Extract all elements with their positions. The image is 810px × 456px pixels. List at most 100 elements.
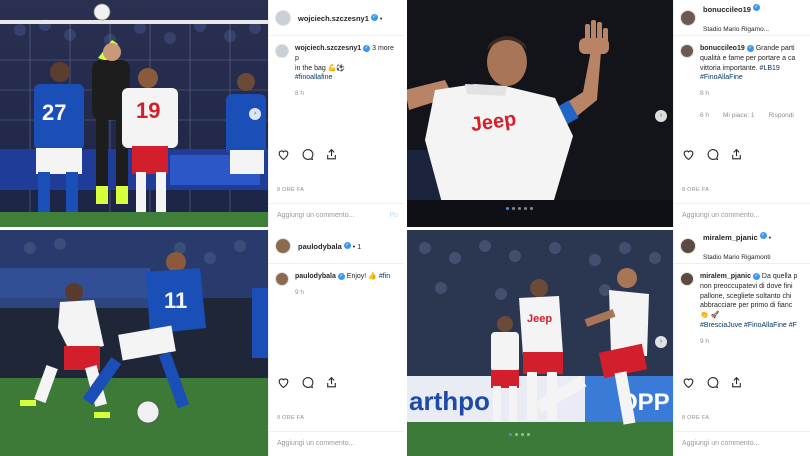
post-date: 9 ORE FA [277, 415, 305, 421]
instagram-post-szczesny: 19 27 › wojciech.szczesny1 ✓ • wojciech.… [0, 0, 405, 228]
comment-icon[interactable] [301, 148, 315, 162]
caption-avatar[interactable] [680, 272, 694, 286]
username-link[interactable]: paulodybala [298, 242, 342, 251]
user-avatar[interactable] [680, 9, 696, 26]
user-avatar[interactable] [275, 237, 291, 254]
follow-count: 1 [357, 244, 362, 252]
caption-username[interactable]: bonuccileo19 [700, 45, 745, 52]
heart-icon[interactable] [277, 148, 291, 162]
post-date: 8 ORE FA [682, 187, 710, 193]
user-avatar[interactable] [275, 9, 291, 26]
username-link[interactable]: wojciech.szczesny1 [298, 14, 369, 23]
add-comment-input[interactable]: Aggiungi un commento... Pu [269, 203, 405, 228]
location-link[interactable]: Stadio Mario Rigamonti [703, 254, 771, 261]
publish-button[interactable]: Pu [389, 212, 398, 219]
share-icon[interactable] [325, 148, 339, 162]
post-header: bonucci​leo19 ✓ Stadio Mario Rigamo... [674, 0, 810, 36]
carousel-indicator [506, 207, 533, 210]
ad-board-text: arthpo [409, 386, 490, 416]
post-side-panel: bonucci​leo19 ✓ Stadio Mario Rigamo... bo… [673, 0, 810, 228]
add-comment-input[interactable]: Aggiungi un commento... [674, 203, 810, 228]
comment-icon[interactable] [706, 148, 720, 162]
username-link[interactable]: miralem_pjanic [703, 233, 758, 242]
hashtag-link[interactable]: #fin [379, 273, 390, 280]
verified-icon: ✓ [746, 44, 754, 52]
post-actions [674, 376, 810, 390]
follow-separator: • [768, 235, 772, 243]
heart-icon[interactable] [682, 376, 696, 390]
add-comment-input[interactable]: Aggiungi un commento... [269, 431, 405, 456]
caption-text-line3: vittoria importante. [700, 64, 758, 72]
comment-icon[interactable] [301, 376, 315, 390]
caption-username[interactable]: wojciech.szczesny1 [295, 45, 361, 52]
verified-icon: ✓ [343, 241, 351, 249]
add-comment-placeholder: Aggiungi un commento... [277, 212, 355, 219]
post-header: miralem_pjanic ✓ • Stadio Mario Rigamonti [674, 228, 810, 264]
caption-text-line2: qualità e fame per portare a ca [700, 54, 796, 62]
comment-likes[interactable]: Mi piace: 1 [723, 112, 754, 119]
next-photo-chevron-right-icon[interactable]: › [249, 108, 261, 120]
comment-meta-row: 6 h Mi piace: 1 Rispondi [674, 98, 810, 119]
caption-text: Enjoy! 👍 [346, 273, 377, 280]
post-actions [674, 148, 810, 162]
post-photo-bonucci-celebration[interactable]: Jeep › [405, 0, 673, 228]
caption-time: 9 h [295, 288, 305, 296]
location-link[interactable]: Stadio Mario Rigamo... [703, 26, 769, 33]
caption-text: Da quella p [761, 273, 798, 280]
hashtag-link[interactable]: #finoallafine [295, 74, 332, 81]
next-photo-chevron-right-icon[interactable]: › [655, 336, 667, 348]
caption-time: 8 h [295, 90, 305, 98]
add-comment-placeholder: Aggiungi un commento... [277, 440, 355, 447]
jersey-number-27: 27 [42, 100, 66, 125]
username-link[interactable]: bonucci​leo19 [703, 5, 751, 14]
reply-button[interactable]: Rispondi [768, 112, 793, 119]
caption-text-line3: pallone, scegliete soltanto chi [700, 292, 792, 300]
caption-time: 9 h [700, 337, 710, 345]
follow-separator: • [379, 16, 383, 24]
caption-avatar[interactable] [275, 272, 289, 286]
collage-divider-horizontal [0, 227, 810, 230]
comment-icon[interactable] [706, 376, 720, 390]
post-actions [269, 148, 405, 162]
jersey-number-19: 19 [136, 98, 160, 123]
heart-icon[interactable] [277, 376, 291, 390]
caption-avatar[interactable] [275, 44, 289, 58]
caption-comment: paulodybala ✓ Enjoy! 👍 #fin 9 h [269, 264, 405, 297]
hashtag-link-lb19[interactable]: #LB19 [760, 65, 780, 72]
verified-icon: ✓ [752, 272, 760, 280]
caption-username[interactable]: paulodybala [295, 273, 336, 280]
caption-time: 8 h [700, 90, 710, 98]
verified-icon: ✓ [337, 272, 345, 280]
jersey-number-11: 11 [164, 288, 187, 313]
post-side-panel: miralem_pjanic ✓ • Stadio Mario Rigamonti … [673, 228, 810, 456]
add-comment-input[interactable]: Aggiungi un commento... [674, 431, 810, 456]
instagram-post-bonucci: Jeep › bonucci​leo19 ✓ Stadio Mario Rigam… [405, 0, 810, 228]
carousel-indicator [509, 433, 530, 436]
caption-comment: bonuccileo19 ✓ Grande parti qualità e fam… [674, 36, 810, 98]
post-photo-goalkeeper-save[interactable]: 19 27 › [0, 0, 268, 228]
post-photo-dybala-dribble[interactable]: 11 [0, 228, 268, 456]
user-avatar[interactable] [680, 237, 696, 254]
post-date: 8 ORE FA [277, 187, 305, 193]
instagram-post-pjanic: arthpo OPP Jeep › miralem_pjanic ✓ • Sta… [405, 228, 810, 456]
follow-separator: • [352, 244, 356, 252]
jersey-sponsor-text: Jeep [527, 313, 552, 325]
share-icon[interactable] [325, 376, 339, 390]
hashtag-link[interactable]: #BresciaJuve #FinoAllaFine #F [700, 322, 797, 329]
caption-text-line2: in the bag 💪⚽ [295, 64, 346, 72]
caption-avatar[interactable] [680, 44, 694, 58]
post-photo-pjanic-kick[interactable]: arthpo OPP Jeep › [405, 228, 673, 456]
verified-icon: ✓ [752, 4, 760, 12]
heart-icon[interactable] [682, 148, 696, 162]
caption-text-line2: non preoccupatevi di dove fini [700, 282, 793, 290]
hashtag-link[interactable]: #FinoAllaFine [700, 74, 743, 81]
next-photo-chevron-right-icon[interactable]: › [655, 110, 667, 122]
caption-text-line4: abbracciare per primo di fianc [700, 302, 793, 310]
caption-comment: miralem_pjanic ✓ Da quella p non preoccup… [674, 264, 810, 346]
caption-username[interactable]: miralem_pjanic [700, 273, 751, 280]
share-icon[interactable] [730, 376, 744, 390]
add-comment-placeholder: Aggiungi un commento... [682, 212, 760, 219]
post-date: 8 ORE FA [682, 415, 710, 421]
share-icon[interactable] [730, 148, 744, 162]
post-side-panel: paulodybala ✓ • 1 paulodybala ✓ Enjoy! 👍 #fi… [268, 228, 405, 456]
